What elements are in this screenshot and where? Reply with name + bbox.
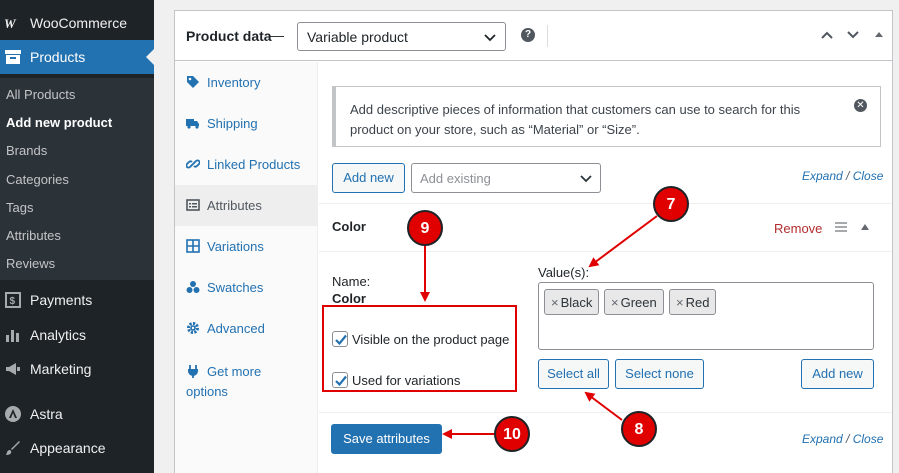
callout-badge-10: 10 xyxy=(494,416,530,452)
callout-badge-8: 8 xyxy=(621,411,657,447)
arrow-7 xyxy=(588,215,658,268)
callout-badge-9: 9 xyxy=(407,210,443,246)
callout-arrows xyxy=(420,215,658,439)
arrow-8 xyxy=(584,391,623,421)
callout-badge-7: 7 xyxy=(653,186,689,222)
